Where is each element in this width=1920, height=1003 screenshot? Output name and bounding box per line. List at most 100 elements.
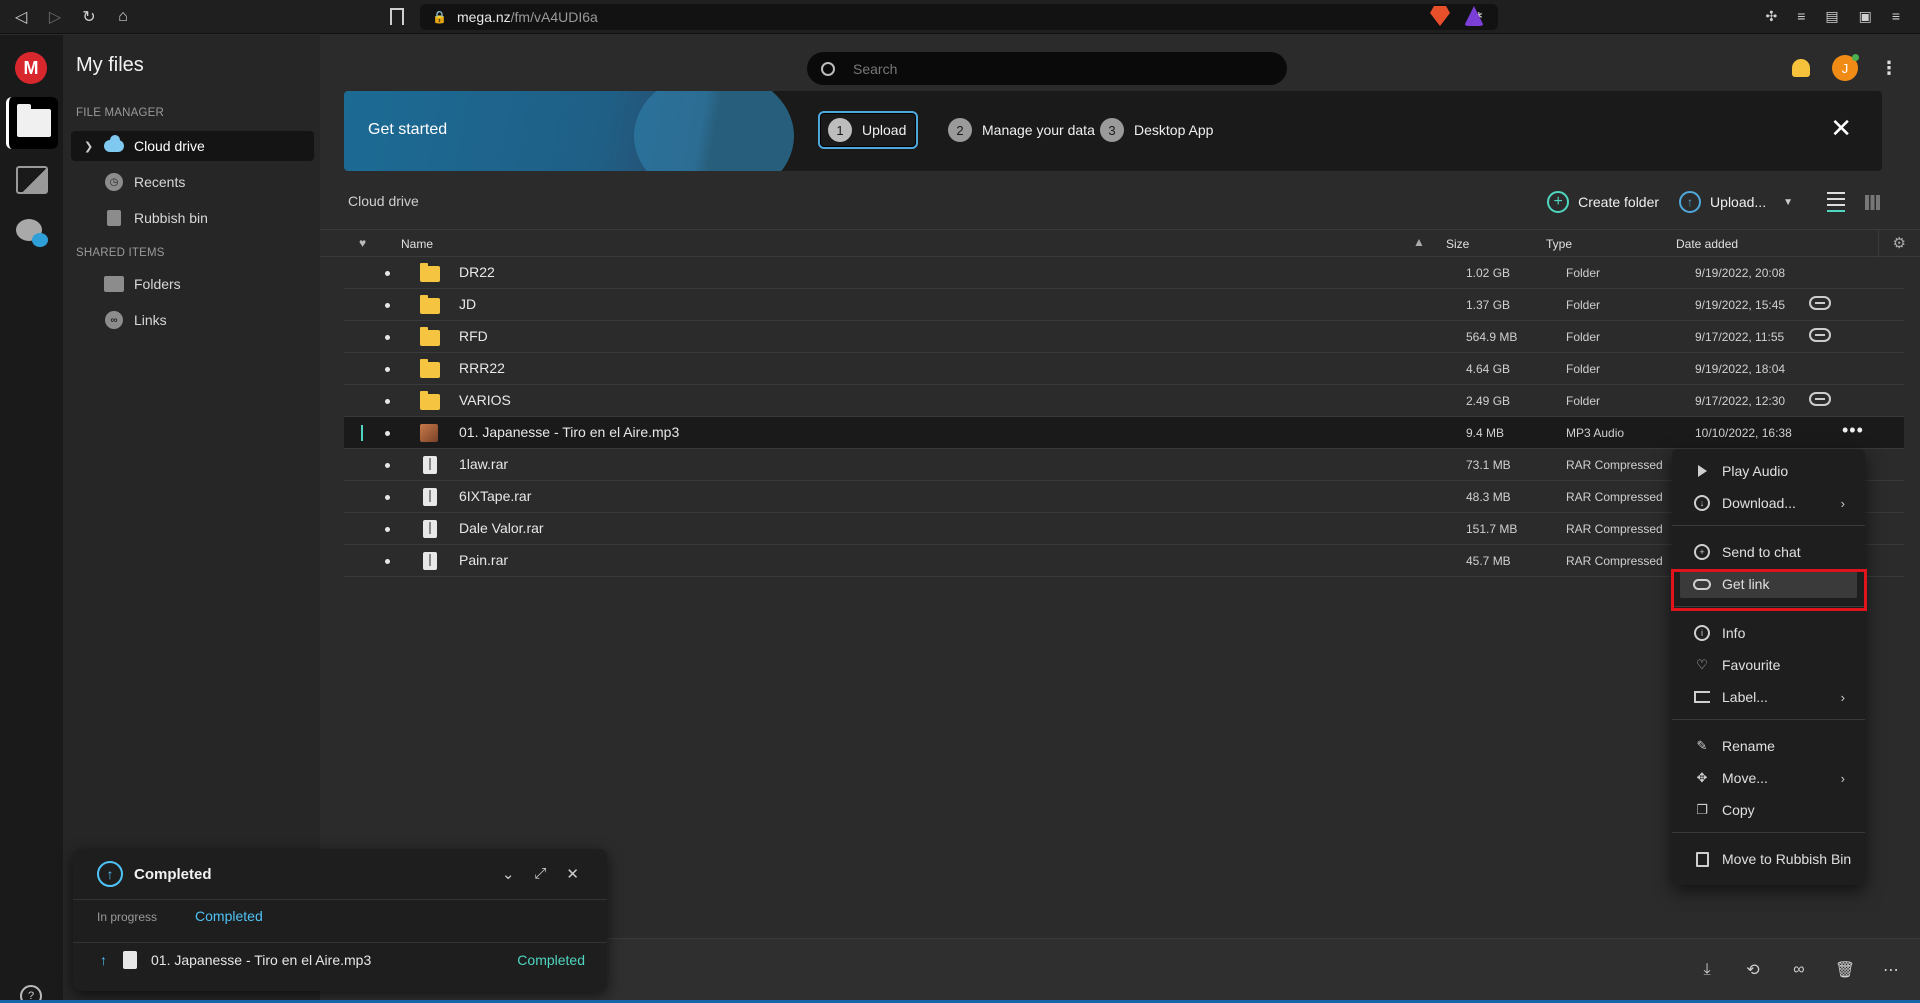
chevron-right-icon[interactable]: ❯: [84, 140, 94, 153]
home-icon[interactable]: ⌂: [110, 4, 136, 30]
avatar[interactable]: J: [1832, 54, 1859, 81]
rail-chat[interactable]: [6, 207, 58, 259]
favourite-dot-icon[interactable]: [385, 271, 390, 276]
table-row[interactable]: Pain.rar 45.7 MB RAR Compressed: [344, 545, 1904, 577]
more-horizontal-icon[interactable]: ⋯: [1880, 959, 1902, 981]
step-manage-data[interactable]: 2 Manage your data: [948, 111, 1095, 149]
public-link-icon[interactable]: [1809, 296, 1831, 310]
file-size: 2.49 GB: [1466, 394, 1511, 408]
cloud-icon: [104, 135, 124, 156]
menu-item-rename[interactable]: ✎ Rename: [1672, 732, 1865, 760]
upload-button[interactable]: ↑ Upload... ▼: [1679, 191, 1793, 213]
menu-item-move-to-rubbish-bin[interactable]: Move to Rubbish Bin: [1672, 845, 1865, 873]
favourite-dot-icon[interactable]: [385, 335, 390, 340]
more-options-icon[interactable]: ⋮: [1880, 58, 1898, 79]
more-horizontal-icon[interactable]: •••: [1842, 420, 1864, 441]
link-icon[interactable]: ∞: [1788, 959, 1810, 981]
table-row[interactable]: VARIOS 2.49 GB Folder 9/17/2022, 12:30: [344, 385, 1904, 417]
wallet-icon[interactable]: ▣: [1859, 8, 1872, 25]
reload-icon[interactable]: ↻: [76, 4, 102, 30]
column-date-added[interactable]: Date added: [1676, 237, 1738, 251]
expand-icon[interactable]: ⤢: [534, 865, 546, 883]
sidebar-icon[interactable]: ▤: [1825, 8, 1838, 25]
download-icon[interactable]: ⤓: [1696, 959, 1718, 981]
table-row[interactable]: 6IXTape.rar 48.3 MB RAR Compressed: [344, 481, 1904, 513]
list-view-button[interactable]: [1827, 192, 1845, 212]
menu-item-copy[interactable]: ❐ Copy: [1672, 796, 1865, 824]
breadcrumb[interactable]: Cloud drive: [348, 193, 419, 209]
favourite-dot-icon[interactable]: [385, 431, 390, 436]
menu-item-info[interactable]: i Info: [1672, 619, 1865, 647]
mega-logo[interactable]: M: [15, 52, 47, 84]
archive-file-icon: [420, 456, 437, 474]
sidebar-item-recents[interactable]: ◷ Recents: [71, 167, 314, 197]
menu-item-download[interactable]: ↓ Download... ›: [1672, 489, 1865, 517]
table-row[interactable]: 01. Japanesse - Tiro en el Aire.mp3 9.4 M…: [344, 417, 1904, 449]
favourite-dot-icon[interactable]: [385, 495, 390, 500]
bookmark-icon[interactable]: [390, 8, 404, 25]
notifications-bell-icon[interactable]: [1792, 59, 1810, 77]
back-icon[interactable]: ◁: [8, 4, 34, 30]
sidebar-item-rubbish-bin[interactable]: Rubbish bin: [71, 203, 314, 233]
sidebar-item-folders[interactable]: Folders: [71, 269, 314, 299]
favourite-dot-icon[interactable]: [385, 527, 390, 532]
favourite-dot-icon[interactable]: [385, 559, 390, 564]
close-icon[interactable]: ✕: [566, 865, 579, 883]
table-row[interactable]: Dale Valor.rar 151.7 MB RAR Compressed: [344, 513, 1904, 545]
close-icon[interactable]: ✕: [1830, 115, 1852, 141]
info-icon: i: [1692, 623, 1712, 643]
transfer-panel: ↑ Completed ⌄ ⤢ ✕ In progress Completed …: [73, 849, 607, 991]
menu-item-send-to-chat[interactable]: + Send to chat: [1672, 538, 1865, 566]
menu-item-move[interactable]: ✥ Move... ›: [1672, 764, 1865, 792]
step-desktop-app[interactable]: 3 Desktop App: [1100, 111, 1213, 149]
column-name[interactable]: Name: [401, 237, 433, 251]
playlist-icon[interactable]: ≡: [1797, 8, 1805, 25]
favourite-dot-icon[interactable]: [385, 463, 390, 468]
extensions-icon[interactable]: ✣: [1765, 8, 1777, 25]
public-link-icon[interactable]: [1809, 392, 1831, 406]
table-row[interactable]: 1law.rar 73.1 MB RAR Compressed: [344, 449, 1904, 481]
table-row[interactable]: RRR22 4.64 GB Folder 9/19/2022, 18:04: [344, 353, 1904, 385]
table-row[interactable]: JD 1.37 GB Folder 9/19/2022, 15:45: [344, 289, 1904, 321]
folder-icon: [420, 263, 440, 282]
forward-icon[interactable]: ▷: [42, 4, 68, 30]
menu-icon[interactable]: ≡: [1892, 8, 1900, 25]
rail-photos[interactable]: [6, 154, 58, 206]
column-size[interactable]: Size: [1446, 237, 1469, 251]
chevron-down-icon[interactable]: ⌄: [502, 865, 515, 883]
address-bar[interactable]: 🔒 mega.nz/fm/vA4UDI6a ⚷: [420, 4, 1498, 30]
brave-shields-icon[interactable]: 3: [1430, 6, 1450, 26]
favourite-dot-icon[interactable]: [385, 367, 390, 372]
sidebar-item-links[interactable]: ∞ Links: [71, 305, 314, 335]
menu-item-favourite[interactable]: ♡ Favourite: [1672, 651, 1865, 679]
favourite-column-icon[interactable]: ♥: [359, 236, 366, 250]
menu-item-label[interactable]: Label... ›: [1672, 683, 1865, 711]
public-link-icon[interactable]: [1809, 328, 1831, 342]
settings-gear-icon[interactable]: ⚙: [1893, 234, 1906, 252]
grid-view-icon[interactable]: [1865, 194, 1880, 210]
transfer-row[interactable]: ↑ 01. Japanesse - Tiro en el Aire.mp3 Co…: [73, 942, 607, 977]
send-to-chat-icon[interactable]: ⟲: [1742, 959, 1764, 981]
search-input[interactable]: Search: [807, 52, 1287, 85]
tab-completed[interactable]: Completed: [195, 908, 263, 924]
rail-cloud-drive[interactable]: [6, 97, 58, 149]
create-folder-button[interactable]: + Create folder: [1547, 191, 1659, 213]
file-name: 6IXTape.rar: [459, 488, 532, 504]
table-row[interactable]: DR22 1.02 GB Folder 9/19/2022, 20:08: [344, 257, 1904, 289]
transfer-title: Completed: [134, 865, 212, 883]
file-type: RAR Compressed: [1566, 554, 1663, 568]
sidebar-item-cloud-drive[interactable]: ❯ Cloud drive: [71, 131, 314, 161]
brave-rewards-icon[interactable]: 8: [1464, 6, 1484, 26]
menu-divider: [1672, 719, 1865, 720]
tab-in-progress[interactable]: In progress: [97, 908, 157, 924]
column-type[interactable]: Type: [1546, 237, 1572, 251]
favourite-dot-icon[interactable]: [385, 399, 390, 404]
get-started-banner: Get started 1 Upload 2 Manage your data …: [344, 91, 1882, 171]
menu-item-play-audio[interactable]: Play Audio: [1672, 457, 1865, 485]
step-upload[interactable]: 1 Upload: [818, 111, 919, 149]
favourite-dot-icon[interactable]: [385, 303, 390, 308]
trash-icon[interactable]: 🗑: [1834, 959, 1856, 981]
sort-ascending-icon[interactable]: ▲: [1413, 235, 1425, 249]
table-row[interactable]: RFD 564.9 MB Folder 9/17/2022, 11:55: [344, 321, 1904, 353]
column-separator: [1878, 230, 1879, 258]
